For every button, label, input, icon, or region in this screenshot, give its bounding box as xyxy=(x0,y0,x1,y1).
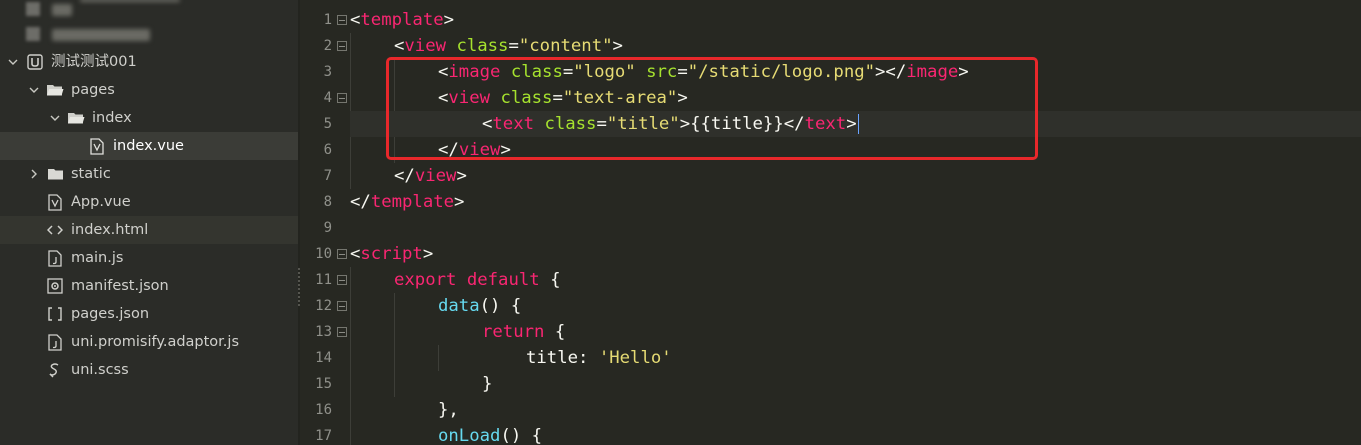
code-line: } xyxy=(482,374,493,394)
line-number: 8 xyxy=(323,194,332,210)
line-number: 1 xyxy=(323,12,332,28)
fold-toggle-icon[interactable] xyxy=(337,15,347,25)
tree-folder-static[interactable]: static xyxy=(0,160,298,188)
project-explorer: 测试测试001 pages index index.vue static App… xyxy=(0,0,298,445)
line-number: 10 xyxy=(315,246,332,262)
code-area[interactable]: <template> <view class="content"> <image… xyxy=(350,0,1361,445)
fold-toggle-icon[interactable] xyxy=(337,327,347,337)
code-line: return { xyxy=(482,322,566,342)
code-line: export default { xyxy=(394,270,561,290)
code-line: title: 'Hello' xyxy=(526,348,672,368)
tree-label: static xyxy=(71,166,111,182)
line-number: 6 xyxy=(323,142,332,158)
tree-file-app-vue[interactable]: App.vue xyxy=(0,188,298,216)
chevron-down-icon[interactable] xyxy=(48,111,62,125)
tree-file-uni-promisify[interactable]: uni.promisify.adaptor.js xyxy=(0,328,298,356)
folder-open-icon xyxy=(46,81,64,99)
chevron-right-icon[interactable] xyxy=(27,167,41,181)
line-number: 2 xyxy=(323,38,332,54)
tree-label: index xyxy=(92,110,132,126)
tree-label: App.vue xyxy=(71,194,131,210)
tree-label: index.vue xyxy=(113,138,184,154)
tree-label: pages.json xyxy=(71,306,150,322)
uniapp-project-icon xyxy=(26,53,44,71)
code-line: </view> xyxy=(394,166,467,186)
text-cursor xyxy=(857,114,860,134)
project-root[interactable]: 测试测试001 xyxy=(0,48,298,76)
line-number: 12 xyxy=(315,298,332,314)
fold-toggle-icon[interactable] xyxy=(337,249,347,259)
tree-file-main-js[interactable]: main.js xyxy=(0,244,298,272)
line-number: 3 xyxy=(323,64,332,80)
line-number: 17 xyxy=(315,428,332,444)
code-line: <view class="text-area"> xyxy=(438,88,688,108)
code-line: data() { xyxy=(438,296,522,316)
vue-file-icon xyxy=(88,137,106,155)
tree-file-index-vue[interactable]: index.vue xyxy=(0,132,298,160)
line-number: 15 xyxy=(315,376,332,392)
fold-toggle-icon[interactable] xyxy=(337,41,347,51)
folder-icon xyxy=(46,165,64,183)
chevron-down-icon[interactable] xyxy=(6,55,20,69)
fold-toggle-icon[interactable] xyxy=(337,301,347,311)
line-number: 11 xyxy=(315,272,332,288)
code-line: <template> xyxy=(350,10,455,30)
blurred-project-row[interactable] xyxy=(0,20,298,48)
code-line: <image class="logo" src="/static/logo.pn… xyxy=(438,62,969,82)
fold-toggle-icon[interactable] xyxy=(337,275,347,285)
tree-folder-index[interactable]: index xyxy=(0,104,298,132)
project-name: 测试测试001 xyxy=(51,54,137,70)
tree-label: index.html xyxy=(71,222,149,238)
folder-open-icon xyxy=(67,109,85,127)
code-line-current: <text class="title">{{title}}</text> xyxy=(350,111,1361,137)
tree-file-index-html[interactable]: index.html xyxy=(0,216,298,244)
code-line: </view> xyxy=(438,140,511,160)
js-file-icon xyxy=(46,249,64,267)
code-line: <view class="content"> xyxy=(394,36,623,56)
line-number: 9 xyxy=(323,220,332,236)
line-number: 4 xyxy=(323,90,332,106)
line-number: 14 xyxy=(315,350,332,366)
tree-file-pages-json[interactable]: pages.json xyxy=(0,300,298,328)
line-number: 5 xyxy=(323,116,332,132)
tree-label: main.js xyxy=(71,250,124,266)
vue-file-icon xyxy=(46,193,64,211)
js-file-icon xyxy=(46,333,64,351)
manifest-file-icon xyxy=(46,277,64,295)
tree-label: pages xyxy=(71,82,115,98)
fold-toggle-icon[interactable] xyxy=(337,93,347,103)
tree-label: uni.scss xyxy=(71,362,129,378)
code-line: onLoad() { xyxy=(438,426,543,445)
json-file-icon xyxy=(46,305,64,323)
tree-label: manifest.json xyxy=(71,278,169,294)
line-number-gutter: 1 2 3 4 5 6 7 8 9 10 11 12 13 14 15 16 1… xyxy=(300,0,348,445)
code-editor[interactable]: 1 2 3 4 5 6 7 8 9 10 11 12 13 14 15 16 1… xyxy=(300,0,1361,445)
chevron-down-icon[interactable] xyxy=(27,83,41,97)
line-number: 16 xyxy=(315,402,332,418)
html-file-icon xyxy=(46,221,64,239)
code-line: <script> xyxy=(350,244,434,264)
code-line: </template> xyxy=(350,192,465,212)
tree-folder-pages[interactable]: pages xyxy=(0,76,298,104)
tree-file-manifest-json[interactable]: manifest.json xyxy=(0,272,298,300)
tree-file-uni-scss[interactable]: uni.scss xyxy=(0,356,298,384)
blurred-project-row[interactable] xyxy=(0,0,298,22)
line-number: 13 xyxy=(315,324,332,340)
ide-window: 测试测试001 pages index index.vue static App… xyxy=(0,0,1361,445)
scss-file-icon xyxy=(46,361,64,379)
tree-label: uni.promisify.adaptor.js xyxy=(71,334,240,350)
code-line: }, xyxy=(438,400,459,420)
line-number: 7 xyxy=(323,168,332,184)
